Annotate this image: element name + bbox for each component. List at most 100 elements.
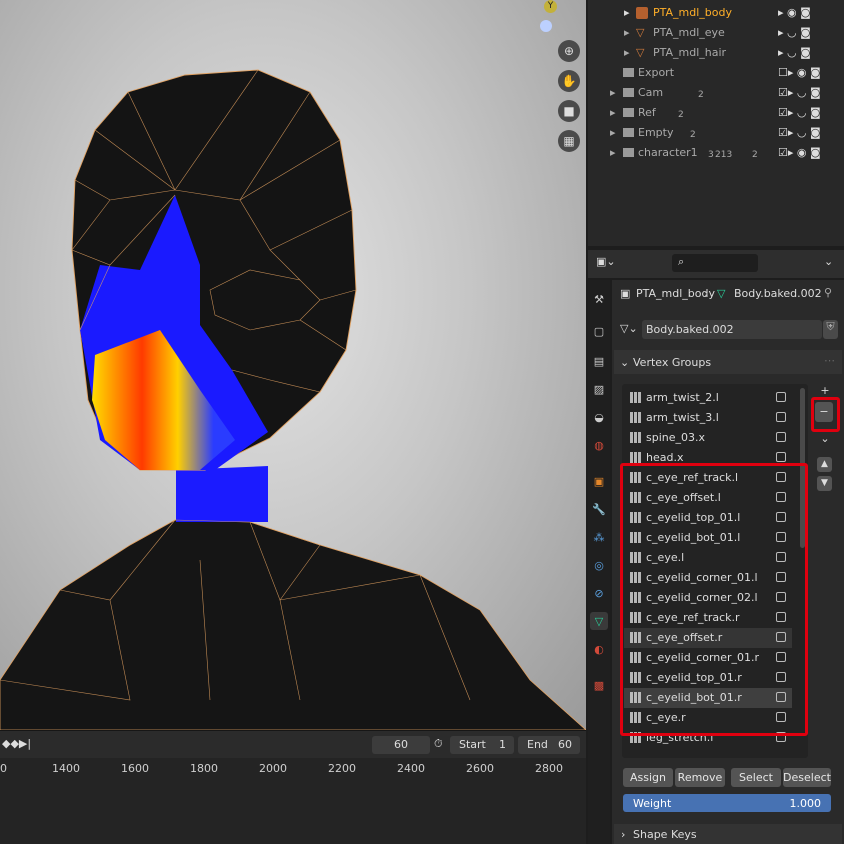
- camera-icon[interactable]: ■: [558, 100, 580, 122]
- breadcrumb-separator-icon: ›: [704, 287, 709, 300]
- timeline-tick: 2400: [397, 762, 425, 775]
- collection-icon: [623, 128, 634, 137]
- material-tab-icon[interactable]: ◐: [590, 640, 608, 658]
- gizmo-y-axis[interactable]: Y: [544, 0, 557, 13]
- item-count: 2: [752, 150, 758, 160]
- mesh-triangle-icon: [636, 7, 648, 19]
- fake-user-shield-icon[interactable]: ⛨: [823, 320, 838, 339]
- vertex-group-icon: [630, 392, 641, 403]
- timeline-header: ◆◆▶| 60 ⏱ Start 1 End 60: [0, 730, 586, 759]
- end-label: End: [527, 738, 548, 751]
- outliner-item-label: Ref: [638, 106, 656, 119]
- outliner-item-label: Export: [638, 66, 675, 79]
- modifier-tab-icon[interactable]: 🔧: [590, 500, 608, 518]
- highlight-eye-groups: [620, 463, 808, 736]
- timeline-area[interactable]: 0 1400 1600 1800 2000 2200 2400 2600 280…: [0, 758, 586, 844]
- mesh-datablock-icon[interactable]: ▽⌄: [620, 322, 638, 335]
- remove-button[interactable]: Remove: [675, 768, 725, 787]
- chevron-down-icon[interactable]: ⌄: [824, 255, 833, 268]
- item-count: 2: [678, 110, 684, 120]
- expand-arrow-icon[interactable]: ▸: [610, 123, 616, 143]
- collection-icon: [623, 108, 634, 117]
- expand-arrow-icon[interactable]: ▸: [610, 143, 616, 163]
- outliner-item-label: PTA_mdl_hair: [653, 46, 727, 59]
- vertex-group-item[interactable]: arm_twist_3.l: [624, 408, 792, 428]
- start-label: Start: [459, 738, 486, 751]
- item-count: 3: [708, 150, 714, 160]
- start-frame-field[interactable]: Start 1: [450, 736, 514, 754]
- stopwatch-icon[interactable]: ⏱: [434, 737, 443, 751]
- vertex-groups-header[interactable]: ⌄ Vertex Groups ⋯: [614, 350, 842, 374]
- expand-chevron-icon: ›: [621, 828, 626, 841]
- current-frame-field[interactable]: 60: [372, 736, 430, 754]
- outliner[interactable]: ▸ PTA_mdl_body ▸ ▽ PTA_mdl_eye ▸ ▽ PTA_m…: [588, 0, 844, 246]
- lock-icon[interactable]: [776, 412, 786, 422]
- weight-value: 1.000: [789, 797, 822, 810]
- vertex-group-icon: [630, 412, 641, 423]
- end-frame-field[interactable]: End 60: [518, 736, 580, 754]
- grid-icon[interactable]: ▦: [558, 130, 580, 152]
- deselect-button[interactable]: Deselect: [783, 768, 831, 787]
- physics-tab-icon[interactable]: ◎: [590, 556, 608, 574]
- view-layer-tab-icon[interactable]: ▨: [590, 380, 608, 398]
- timeline-tick: 1600: [121, 762, 149, 775]
- vertex-group-name: spine_03.x: [646, 431, 706, 444]
- tool-tab-icon[interactable]: ⚒: [590, 290, 608, 308]
- texture-tab-icon[interactable]: ▩: [590, 676, 608, 694]
- move-up-button[interactable]: ▲: [817, 457, 832, 472]
- render-tab-icon[interactable]: ▢: [590, 322, 608, 340]
- expand-arrow-icon[interactable]: ▸: [610, 83, 616, 103]
- output-tab-icon[interactable]: ▤: [590, 352, 608, 370]
- vertex-group-item[interactable]: spine_03.x: [624, 428, 792, 448]
- drag-handle-icon[interactable]: ⋯: [824, 354, 835, 367]
- assign-button[interactable]: Assign: [623, 768, 673, 787]
- vertex-group-item[interactable]: arm_twist_2.l: [624, 388, 792, 408]
- 3d-viewport[interactable]: ⊕ ✋ ■ ▦ Y: [0, 0, 586, 730]
- world-tab-icon[interactable]: ◍: [590, 436, 608, 454]
- expand-arrow-icon[interactable]: ▸: [624, 43, 630, 63]
- timeline-tick: 2000: [259, 762, 287, 775]
- breadcrumb-data[interactable]: Body.baked.002: [734, 287, 822, 300]
- mesh-triangle-icon: ▽: [636, 46, 645, 59]
- highlight-remove-button: [811, 397, 840, 432]
- pin-icon[interactable]: ⚲: [824, 286, 832, 299]
- lock-icon[interactable]: [776, 392, 786, 402]
- visibility-toggles[interactable]: ▸ ◉ ◙ ▸ ◡ ◙ ▸ ◡ ◙ ☐▸ ◉ ◙ ☑▸ ◡ ◙ ☑▸ ◡ ◙ ☑▸ ◡ ◙ ☑…: [778, 3, 838, 163]
- mesh-name-value: Body.baked.002: [646, 323, 734, 336]
- expand-arrow-icon[interactable]: ▸: [610, 103, 616, 123]
- weight-slider[interactable]: Weight 1.000: [623, 794, 831, 812]
- playback-controls-icon[interactable]: ◆◆▶|: [2, 737, 31, 750]
- editor-type-icon[interactable]: ▣⌄: [596, 255, 616, 268]
- mesh-name-field[interactable]: Body.baked.002: [642, 320, 822, 339]
- scene-tab-icon[interactable]: ◒: [590, 408, 608, 426]
- lock-icon[interactable]: [776, 432, 786, 442]
- add-group-button[interactable]: +: [818, 384, 832, 398]
- weight-label: Weight: [633, 797, 672, 810]
- collapse-chevron-icon: ⌄: [620, 356, 630, 369]
- hand-icon[interactable]: ✋: [558, 70, 580, 92]
- item-count: 213: [715, 150, 733, 160]
- timeline-tick: 1800: [190, 762, 218, 775]
- lock-icon[interactable]: [776, 452, 786, 462]
- character-mesh: [0, 69, 586, 730]
- shape-keys-header[interactable]: › Shape Keys: [614, 824, 842, 844]
- properties-header: ▣⌄ ⌕ ⌄: [588, 250, 844, 278]
- object-tab-icon[interactable]: ▣: [590, 472, 608, 490]
- shape-keys-title: Shape Keys: [633, 828, 697, 841]
- properties-search[interactable]: ⌕: [672, 254, 758, 272]
- gizmo-dot[interactable]: [540, 20, 552, 32]
- zoom-icon[interactable]: ⊕: [558, 40, 580, 62]
- expand-arrow-icon[interactable]: ▸: [624, 23, 630, 43]
- mesh-data-tab-icon[interactable]: ▽: [590, 612, 608, 630]
- outliner-item-label: character1: [638, 146, 698, 159]
- expand-arrow-icon[interactable]: ▸: [624, 3, 630, 23]
- search-icon: ⌕: [678, 255, 685, 268]
- timeline-tick: 2800: [535, 762, 563, 775]
- collection-icon: [623, 68, 634, 77]
- vertex-group-name: arm_twist_2.l: [646, 391, 719, 404]
- move-down-button[interactable]: ▼: [817, 476, 832, 491]
- constraints-tab-icon[interactable]: ⊘: [590, 584, 608, 602]
- particles-tab-icon[interactable]: ⁂: [590, 528, 608, 546]
- specials-chevron-icon[interactable]: ⌄: [818, 432, 832, 446]
- select-button[interactable]: Select: [731, 768, 781, 787]
